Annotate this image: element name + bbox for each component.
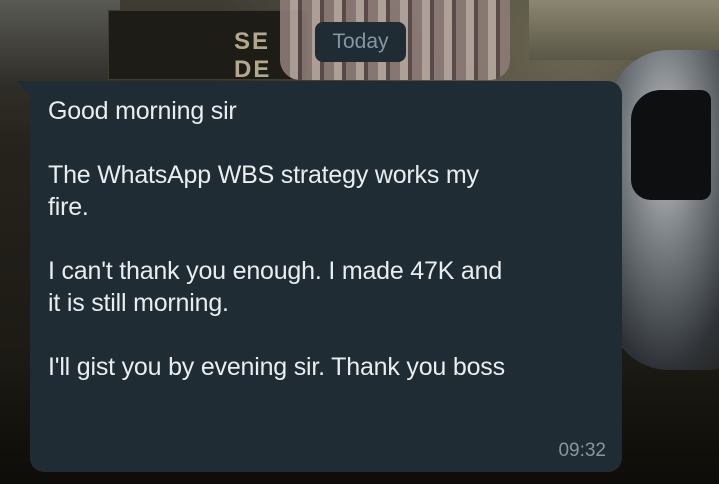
wallpaper-car-window — [631, 90, 711, 200]
wallpaper-signboard — [108, 10, 308, 80]
message-text-line: it is still morning. — [48, 289, 229, 317]
message-text-line: fire. — [48, 193, 89, 221]
incoming-message-bubble[interactable]: Good morning sir The WhatsApp WBS strate… — [30, 81, 622, 472]
wallpaper-left-structure — [0, 0, 120, 90]
message-text-line: I can't thank you enough. I made 47K and — [48, 257, 503, 285]
wallpaper-sign-lettering: SE DE — [234, 28, 272, 83]
message-text-line: I'll gist you by evening sir. Thank you … — [48, 353, 505, 381]
message-text-line: The WhatsApp WBS strategy works my — [48, 161, 479, 189]
date-separator-chip: Today — [315, 22, 406, 62]
date-separator-label: Today — [332, 30, 389, 53]
message-timestamp: 09:32 — [558, 440, 606, 461]
message-text-line: Good morning sir — [48, 97, 237, 125]
